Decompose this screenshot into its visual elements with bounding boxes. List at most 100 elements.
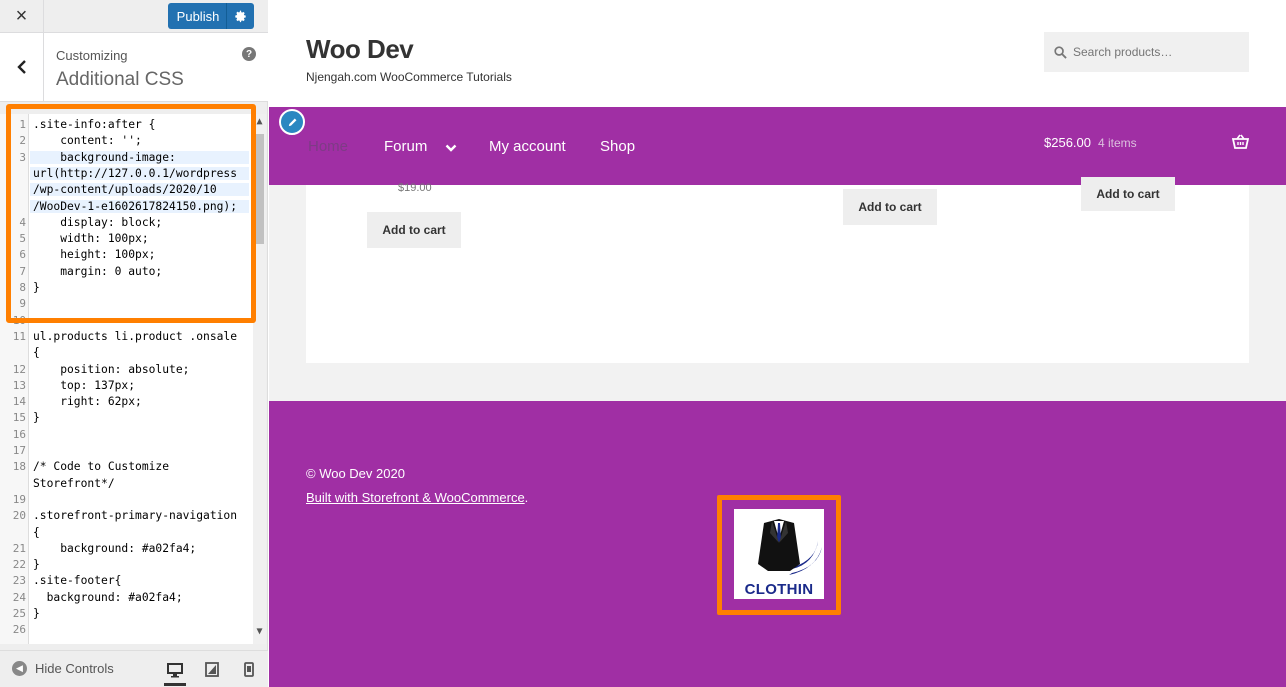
add-to-cart-button[interactable]: Add to cart <box>843 189 937 225</box>
line-number: 12 <box>12 362 26 376</box>
line-number: 11 <box>12 329 26 343</box>
code-line[interactable]: { <box>33 526 40 539</box>
code-line[interactable]: } <box>33 281 40 294</box>
nav-forum[interactable]: Forum <box>384 138 427 155</box>
code-line[interactable]: top: 137px; <box>33 379 135 392</box>
code-line[interactable]: background-image: <box>30 150 249 164</box>
storefront-link[interactable]: Built with Storefront & WooCommerce <box>306 490 525 505</box>
site-footer: © Woo Dev 2020 Built with Storefront & W… <box>269 401 1286 687</box>
scroll-thumb[interactable] <box>255 134 264 244</box>
code-line[interactable]: Storefront*/ <box>33 477 115 490</box>
edit-shortcut-pencil-icon[interactable] <box>279 109 305 135</box>
line-number-gutter: 1 2 3 4 5 6 7 8 9 10 11 12 13 14 15 16 17 18 19 20 21 22 23 24 2… <box>0 114 29 644</box>
line-number: 20 <box>12 509 26 523</box>
code-line[interactable]: width: 100px; <box>33 232 148 245</box>
line-number: 18 <box>12 460 26 474</box>
scroll-down-icon[interactable]: ▼ <box>253 626 266 638</box>
code-line[interactable]: /WooDev-1-e1602617824150.png); <box>30 199 249 213</box>
built-with-suffix: . <box>524 490 529 505</box>
products-area: $19.00 Add to cart Add to cart Add to ca… <box>306 177 1249 363</box>
code-line[interactable]: url(http://127.0.0.1/wordpress <box>30 166 249 180</box>
code-line[interactable]: right: 62px; <box>33 395 142 408</box>
code-line[interactable]: .site-footer{ <box>33 574 121 587</box>
product-search[interactable] <box>1044 32 1249 72</box>
editor-scrollbar[interactable]: ▲ ▼ <box>253 114 266 644</box>
close-customizer-button[interactable]: × <box>0 0 44 32</box>
product-price: $19.00 <box>398 182 432 194</box>
desktop-preview-icon[interactable] <box>164 658 186 686</box>
code-line[interactable]: } <box>33 411 40 424</box>
site-preview: Woo Dev Njengah.com WooCommerce Tutorial… <box>269 0 1286 687</box>
line-number: 6 <box>19 248 26 262</box>
line-number: 19 <box>12 492 26 506</box>
basket-icon[interactable] <box>1231 134 1250 154</box>
customizing-label: Customizing <box>56 48 128 63</box>
help-icon[interactable]: ? <box>242 47 256 61</box>
section-title: Additional CSS <box>56 69 184 90</box>
customizer-screen: × Publish Customizing Additional CSS ? 1… <box>0 0 1286 687</box>
hide-controls-button[interactable]: ◀ Hide Controls <box>12 661 114 676</box>
line-number: 7 <box>19 264 26 278</box>
customizer-panel: × Publish Customizing Additional CSS ? 1… <box>0 0 268 687</box>
code-line[interactable]: content: ''; <box>33 134 142 147</box>
publish-button[interactable]: Publish <box>168 3 254 29</box>
code-line[interactable]: margin: 0 auto; <box>33 265 162 278</box>
line-number: 16 <box>12 427 26 441</box>
code-line[interactable]: background: #a02fa4; <box>33 591 183 604</box>
code-line[interactable]: .storefront-primary-navigation <box>33 509 237 522</box>
line-number: 2 <box>19 134 26 148</box>
logo-text: CLOTHIN <box>744 581 814 598</box>
nav-my-account[interactable]: My account <box>489 138 566 155</box>
close-icon: × <box>15 4 28 27</box>
cart-total[interactable]: $256.00 <box>1044 135 1091 150</box>
primary-navigation: Home Forum My account Shop $256.00 4 ite… <box>269 107 1286 185</box>
search-input[interactable] <box>1073 45 1233 59</box>
chevron-left-icon <box>16 60 26 74</box>
code-line[interactable]: /wp-content/uploads/2020/10 <box>30 183 249 197</box>
scroll-up-icon[interactable]: ▲ <box>253 116 266 128</box>
code-line[interactable]: .site-info:after { <box>33 118 155 131</box>
customizer-footer-controls: ◀ Hide Controls <box>0 650 268 687</box>
chevron-down-icon[interactable] <box>445 140 457 157</box>
line-number: 22 <box>12 558 26 572</box>
publish-settings-gear-icon[interactable] <box>226 3 254 29</box>
nav-shop[interactable]: Shop <box>600 138 635 155</box>
add-to-cart-button[interactable]: Add to cart <box>1081 177 1175 211</box>
customizer-topbar: × Publish <box>0 0 268 33</box>
code-line[interactable]: } <box>33 558 40 571</box>
line-number: 5 <box>19 232 26 246</box>
search-icon <box>1054 45 1067 59</box>
line-number: 24 <box>12 590 26 604</box>
css-code-editor[interactable]: 1 2 3 4 5 6 7 8 9 10 11 12 13 14 15 16 17 18 19 20 21 22 23 24 2… <box>0 114 266 644</box>
line-number: 23 <box>12 574 26 588</box>
section-header: Customizing Additional CSS ? <box>0 33 268 102</box>
site-title[interactable]: Woo Dev <box>306 34 414 65</box>
code-line[interactable]: display: block; <box>33 216 162 229</box>
line-number: 13 <box>12 378 26 392</box>
code-line[interactable]: { <box>33 346 40 359</box>
line-number: 3 <box>19 150 26 164</box>
site-description: Njengah.com WooCommerce Tutorials <box>306 70 512 84</box>
built-with-text: Built with Storefront & WooCommerce. <box>306 490 528 505</box>
line-number: 25 <box>12 607 26 620</box>
mobile-preview-icon[interactable] <box>238 658 260 680</box>
tablet-preview-icon[interactable] <box>201 658 223 680</box>
site-header: Woo Dev Njengah.com WooCommerce Tutorial… <box>269 0 1286 107</box>
code-line[interactable]: ul.products li.product .onsale <box>33 330 237 343</box>
line-number: 15 <box>12 411 26 425</box>
add-to-cart-button[interactable]: Add to cart <box>367 212 461 248</box>
code-line[interactable]: background: #a02fa4; <box>33 542 196 555</box>
code-line[interactable]: } <box>33 607 40 620</box>
code-line[interactable]: /* Code to Customize <box>33 460 169 473</box>
arrow-left-circle-icon: ◀ <box>12 661 27 676</box>
code-line[interactable]: height: 100px; <box>33 248 155 261</box>
publish-label: Publish <box>176 8 220 24</box>
line-number: 4 <box>19 215 26 229</box>
nav-home[interactable]: Home <box>308 138 348 155</box>
hide-controls-label: Hide Controls <box>35 661 114 676</box>
back-button[interactable] <box>0 33 44 101</box>
line-number: 21 <box>12 541 26 555</box>
code-line[interactable]: position: absolute; <box>33 363 189 376</box>
suit-icon <box>758 519 822 575</box>
cart-count[interactable]: 4 items <box>1098 136 1137 150</box>
